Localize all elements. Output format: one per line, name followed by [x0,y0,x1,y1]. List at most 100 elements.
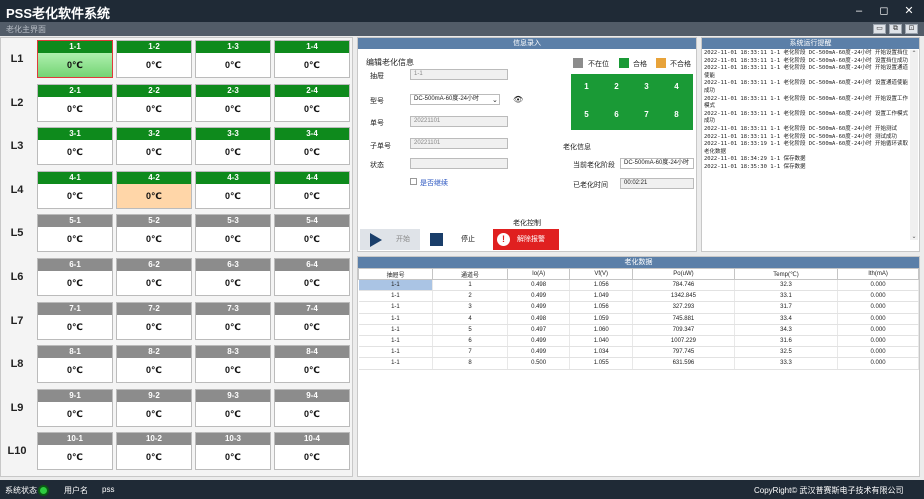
slot-2-1[interactable]: 2-1 0℃ [37,83,113,122]
clear-alarm-button[interactable]: ! 解除报警 [493,229,559,250]
log-scrollbar[interactable]: ⌃ ⌄ [910,50,918,240]
slot-10-2[interactable]: 10-2 0℃ [116,432,192,471]
fullscreen-panel-icon[interactable]: ⊡ [905,24,918,34]
slot-9-2[interactable]: 9-2 0℃ [116,388,192,427]
column-header[interactable]: Io(A) [506,268,571,280]
slot-9-3[interactable]: 9-3 0℃ [195,388,271,427]
table-cell: 797.745 [632,346,735,359]
slot-7-1[interactable]: 7-1 0℃ [37,301,113,340]
channel-8[interactable]: 8 [664,104,689,125]
slot-1-3[interactable]: 1-3 0℃ [195,40,271,78]
start-button[interactable]: 开始 [360,229,420,250]
table-row[interactable]: 1-1 1 0.498 1.056 784.746 32.3 0.000 [358,279,919,292]
channel-5[interactable]: 5 [574,104,599,125]
table-row[interactable]: 1-1 4 0.498 1.059 745.881 33.4 0.000 [358,313,919,325]
system-log-panel: 系统运行提醒 2022-11-01 18:33:11 1-1 老化阶段 DC-5… [701,37,920,252]
column-header[interactable]: 通道号 [432,268,508,280]
scroll-down-icon[interactable]: ⌄ [910,233,918,240]
scroll-up-icon[interactable]: ⌃ [910,50,918,57]
slot-7-4[interactable]: 7-4 0℃ [274,301,350,340]
slot-3-1[interactable]: 3-1 0℃ [37,127,113,166]
column-header[interactable]: 抽屉号 [357,268,434,280]
slot-8-2[interactable]: 8-2 0℃ [116,345,192,384]
slot-6-3[interactable]: 6-3 0℃ [195,258,271,296]
table-cell: 1.055 [569,357,634,370]
table-row[interactable]: 1-1 5 0.497 1.060 709.347 34.3 0.000 [358,324,919,336]
slot-6-2[interactable]: 6-2 0℃ [116,258,192,296]
column-header[interactable]: Ith(mA) [837,268,919,280]
table-cell: 8 [432,357,508,370]
column-header[interactable]: Temp(℃) [733,268,839,280]
chevron-down-icon[interactable]: ⌄ [492,96,498,104]
continue-checkbox[interactable] [410,178,417,185]
status-field[interactable] [410,158,508,169]
row-label-l9: L9 [10,401,24,414]
column-header[interactable]: Po(uW) [632,268,735,280]
slot-7-2[interactable]: 7-2 0℃ [116,301,192,340]
table-row[interactable]: 1-1 3 0.499 1.056 327.293 31.7 0.000 [358,301,919,314]
stop-button[interactable]: 停止 [426,229,486,250]
slot-6-1[interactable]: 6-1 0℃ [37,258,113,296]
slot-3-3[interactable]: 3-3 0℃ [195,127,271,166]
slot-2-4[interactable]: 2-4 0℃ [274,83,350,122]
slot-8-3[interactable]: 8-3 0℃ [195,345,271,384]
slot-1-1[interactable]: 1-1 0℃ [37,40,113,78]
channel-2[interactable]: 2 [604,76,629,97]
table-cell: 0.498 [507,279,571,292]
suborder-field[interactable]: 20221101 [410,138,508,149]
table-row[interactable]: 1-1 6 0.499 1.040 1007.229 31.6 0.000 [358,335,919,348]
slot-4-4[interactable]: 4-4 0℃ [274,170,350,209]
slot-9-4[interactable]: 9-4 0℃ [274,388,350,427]
channel-1[interactable]: 1 [574,76,599,97]
table-row[interactable]: 1-1 7 0.499 1.034 797.745 32.5 0.000 [358,346,919,359]
log-line: 2022-11-01 18:33:11 1-1 老化阶段 DC-500mA-60… [704,110,908,125]
slot-10-1[interactable]: 10-1 0℃ [37,432,113,471]
slot-10-3[interactable]: 10-3 0℃ [195,432,271,471]
table-cell: 0.500 [507,357,571,370]
slot-8-1[interactable]: 8-1 0℃ [37,345,113,384]
slot-10-4[interactable]: 10-4 0℃ [274,432,350,471]
table-row[interactable]: 1-1 8 0.500 1.055 631.596 33.3 0.000 [358,357,919,370]
slot-6-4[interactable]: 6-4 0℃ [274,258,350,296]
slot-5-1[interactable]: 5-1 0℃ [37,214,113,253]
model-select[interactable]: DC-500mA-60度-24小时 [410,94,500,105]
slot-temperature: 0℃ [304,321,320,332]
order-field[interactable]: 20221101 [410,116,508,127]
slot-5-3[interactable]: 5-3 0℃ [195,214,271,253]
slot-1-4[interactable]: 1-4 0℃ [274,40,350,78]
slot-1-2[interactable]: 1-2 0℃ [116,40,192,78]
slot-2-2[interactable]: 2-2 0℃ [116,83,192,122]
minimize-panel-icon[interactable]: ▭ [873,24,886,34]
channel-6[interactable]: 6 [604,104,629,125]
channel-7[interactable]: 7 [634,104,659,125]
slot-5-2[interactable]: 5-2 0℃ [116,214,192,253]
slot-2-3[interactable]: 2-3 0℃ [195,83,271,122]
slot-grid: L1 1-1 0℃ 1-2 0℃ 1-3 0℃ 1-4 0℃ L2 2-1 0℃ 2-2 0℃ 2-3 0℃ 2… [0,37,353,477]
slot-3-4[interactable]: 3-4 0℃ [274,127,350,166]
layer-field[interactable]: 1-1 [410,69,508,80]
table-row[interactable]: 1-1 2 0.499 1.049 1342.845 33.1 0.000 [358,290,919,303]
control-title: 老化控制 [513,220,541,227]
column-header[interactable]: Vf(V) [569,268,634,280]
close-icon[interactable]: ✕ [898,3,920,19]
eye-icon[interactable]: 👁 [513,95,523,104]
slot-9-1[interactable]: 9-1 0℃ [37,388,113,427]
slot-3-2[interactable]: 3-2 0℃ [116,127,192,166]
slot-8-4[interactable]: 8-4 0℃ [274,345,350,384]
slot-4-1[interactable]: 4-1 0℃ [37,170,113,209]
slot-4-2[interactable]: 4-2 0℃ [116,170,192,209]
slot-5-4[interactable]: 5-4 0℃ [274,214,350,253]
restore-panel-icon[interactable]: ⧉ [889,24,902,34]
restore-icon[interactable]: ◻ [873,3,895,19]
slot-temperature: 0℃ [67,365,83,376]
slot-7-3[interactable]: 7-3 0℃ [195,301,271,340]
log-line: 2022-11-01 18:33:11 1-1 老化阶段 DC-500mA-60… [704,80,908,94]
channel-4[interactable]: 4 [664,76,689,97]
table-cell: 0.000 [837,313,919,325]
channel-3[interactable]: 3 [634,76,659,97]
minimize-icon[interactable]: – [848,3,870,19]
table-cell: 34.3 [734,324,839,336]
slot-id: 4-1 [38,171,112,184]
start-label: 开始 [396,236,410,243]
slot-4-3[interactable]: 4-3 0℃ [195,170,271,209]
